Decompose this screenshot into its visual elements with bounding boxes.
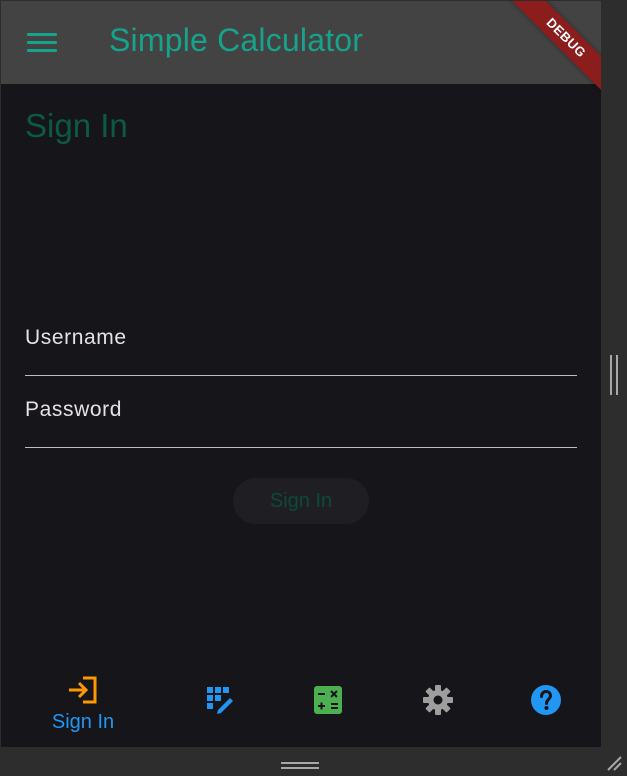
gear-icon xyxy=(423,685,453,715)
help-icon xyxy=(531,685,561,715)
app-bar: Simple Calculator xyxy=(1,1,601,84)
app-window: Simple Calculator DEBUG Sign In Username… xyxy=(0,0,627,776)
horizontal-resize-handle[interactable] xyxy=(281,762,319,769)
nav-item-help[interactable] xyxy=(491,661,601,747)
corner-resize-icon[interactable] xyxy=(606,755,622,771)
vertical-resize-handle[interactable] xyxy=(610,355,618,395)
nav-item-sign-in[interactable]: Sign In xyxy=(28,661,138,747)
password-input[interactable] xyxy=(25,391,581,449)
username-input[interactable] xyxy=(25,319,581,377)
nav-label-sign-in: Sign In xyxy=(51,711,115,733)
username-field[interactable]: Username xyxy=(25,319,581,377)
sign-in-button[interactable]: Sign In xyxy=(233,478,369,524)
hamburger-menu-icon[interactable] xyxy=(27,31,57,55)
page-title: Sign In xyxy=(25,107,128,144)
nav-item-grid-edit[interactable] xyxy=(165,661,275,747)
calculator-icon xyxy=(314,686,342,714)
app-title: Simple Calculator xyxy=(109,22,364,58)
app-surface: Simple Calculator DEBUG Sign In Username… xyxy=(1,1,601,747)
grid-edit-icon xyxy=(207,687,233,714)
login-icon xyxy=(69,676,97,704)
nav-item-calculator[interactable] xyxy=(273,661,383,747)
password-field[interactable]: Password xyxy=(25,391,581,449)
bottom-navigation: Sign In xyxy=(1,661,601,747)
nav-item-settings[interactable] xyxy=(383,661,493,747)
